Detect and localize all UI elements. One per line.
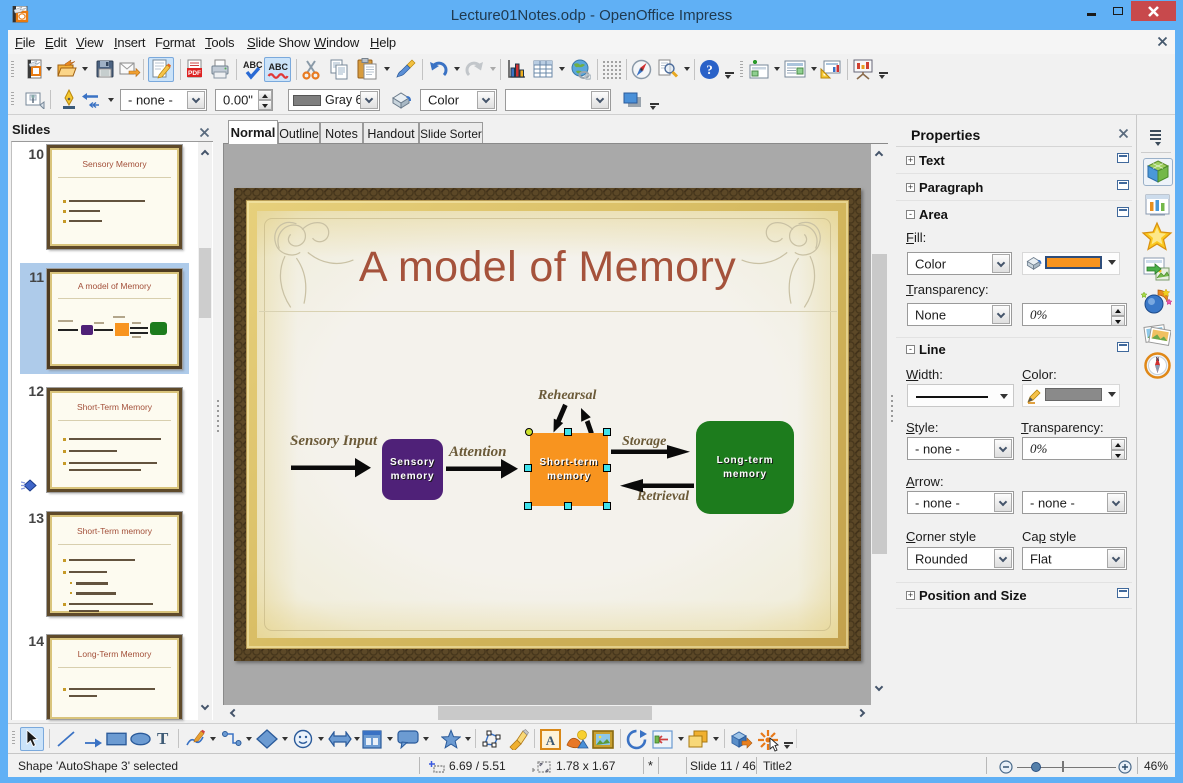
svg-text:A: A (546, 733, 556, 748)
svg-text:ABC: ABC (269, 62, 289, 72)
svg-text:PDF: PDF (188, 70, 201, 77)
svg-text:N: N (1156, 357, 1160, 363)
svg-text:ABC: ABC (243, 60, 263, 70)
svg-text:?: ? (706, 62, 713, 77)
